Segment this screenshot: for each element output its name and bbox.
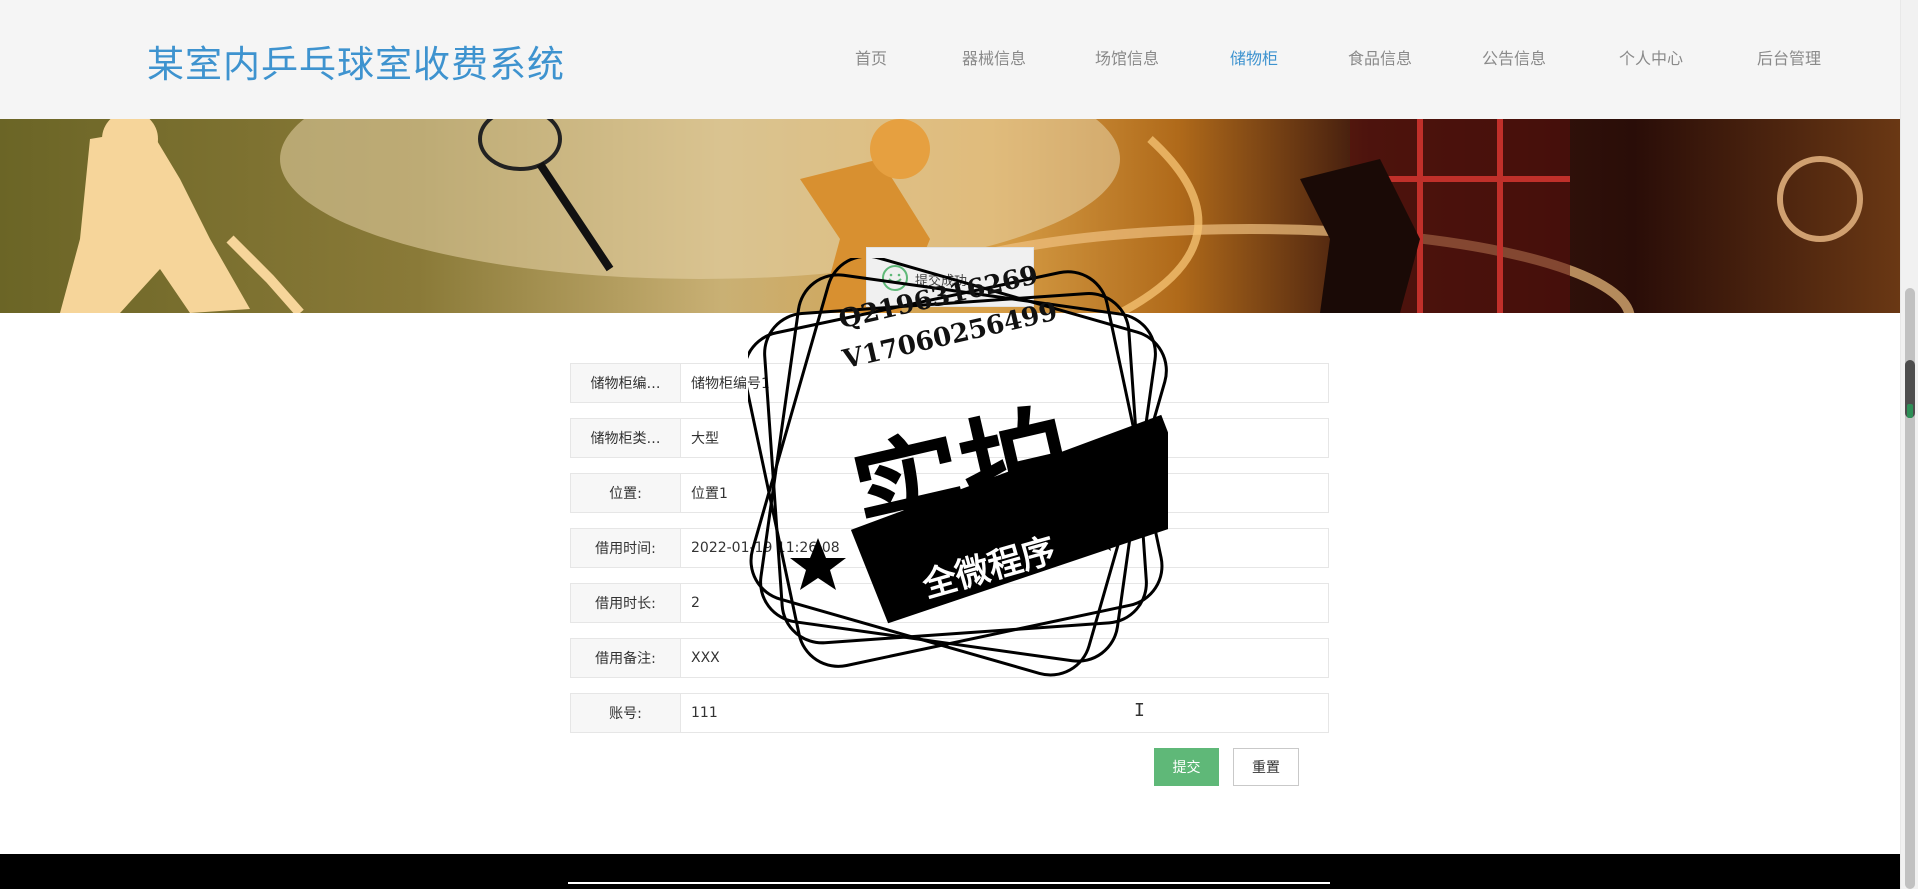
scrollbar-marker-green — [1907, 404, 1913, 418]
nav-admin[interactable]: 后台管理 — [1757, 45, 1821, 69]
label-locker-type: 储物柜类… — [571, 419, 681, 457]
form-row-locker-type: 储物柜类… — [570, 418, 1329, 458]
locker-number-input[interactable] — [681, 364, 1328, 402]
form-row-borrow-time: 借用时间: — [570, 528, 1329, 568]
borrow-notes-input[interactable] — [681, 639, 1328, 677]
form-actions: 提交 重置 — [1154, 748, 1354, 786]
form-row-account: 账号: — [570, 693, 1329, 733]
location-input[interactable] — [681, 474, 1328, 512]
label-borrow-duration: 借用时长: — [571, 584, 681, 622]
site-header: 某室内乒乓球室收费系统 首页 器械信息 场馆信息 储物柜 食品信息 公告信息 个… — [0, 0, 1900, 119]
locker-type-input[interactable] — [681, 419, 1328, 457]
text-cursor-icon: I — [1134, 700, 1145, 721]
reset-button[interactable]: 重置 — [1233, 748, 1299, 786]
form-row-locker-number: 储物柜编… — [570, 363, 1329, 403]
label-account: 账号: — [571, 694, 681, 732]
success-toast: 提交成功 — [866, 247, 1034, 307]
nav-venue[interactable]: 场馆信息 — [1095, 45, 1159, 69]
account-input[interactable] — [681, 694, 1328, 732]
label-location: 位置: — [571, 474, 681, 512]
footer-divider — [568, 882, 1330, 884]
label-borrow-time: 借用时间: — [571, 529, 681, 567]
form-row-borrow-duration: 借用时长: — [570, 583, 1329, 623]
nav-food[interactable]: 食品信息 — [1348, 45, 1412, 69]
page: 某室内乒乓球室收费系统 首页 器械信息 场馆信息 储物柜 食品信息 公告信息 个… — [0, 0, 1918, 889]
form-row-borrow-notes: 借用备注: — [570, 638, 1329, 678]
page-scrollbar[interactable] — [1900, 0, 1918, 889]
nav-home[interactable]: 首页 — [855, 45, 887, 69]
form-row-location: 位置: — [570, 473, 1329, 513]
toast-message: 提交成功 — [915, 274, 968, 289]
borrow-duration-input[interactable] — [681, 584, 1328, 622]
nav-equipment[interactable]: 器械信息 — [962, 45, 1026, 69]
borrow-time-input[interactable] — [681, 529, 1328, 567]
main-nav: 首页 器械信息 场馆信息 储物柜 食品信息 公告信息 个人中心 后台管理 — [0, 45, 1900, 73]
nav-personal-center[interactable]: 个人中心 — [1619, 45, 1683, 69]
site-footer — [0, 854, 1900, 889]
submit-button[interactable]: 提交 — [1154, 748, 1219, 786]
smile-check-icon — [882, 265, 908, 291]
locker-form: 储物柜编… 储物柜类… 位置: 借用时间: 借用时长: 借用备注: 账号: — [570, 363, 1329, 748]
nav-notice[interactable]: 公告信息 — [1482, 45, 1546, 69]
nav-locker[interactable]: 储物柜 — [1230, 45, 1278, 69]
label-locker-number: 储物柜编… — [571, 364, 681, 402]
label-borrow-notes: 借用备注: — [571, 639, 681, 677]
